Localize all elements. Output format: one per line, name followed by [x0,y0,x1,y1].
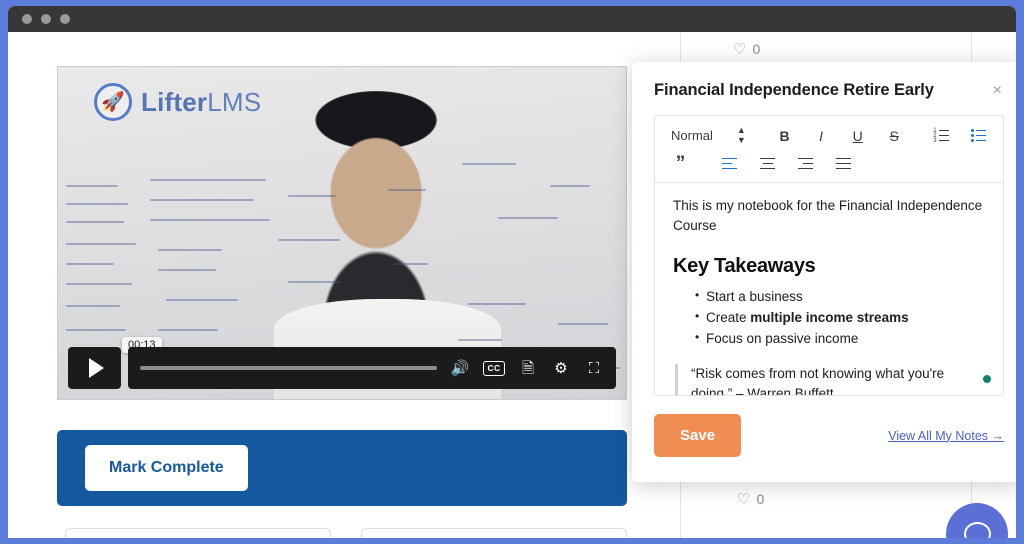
play-icon [89,358,104,378]
closed-captions-icon[interactable]: CC [483,360,505,376]
browser-window: ♡ 0 Content 10 ♡ 0 Lesson With Text Imag… [8,6,1016,538]
note-blockquote: “Risk comes from not knowing what you're… [675,363,991,395]
gear-icon[interactable]: ⚙ [551,358,571,378]
underline-button[interactable]: U [845,123,871,148]
mark-complete-bar: Mark Complete [57,430,627,506]
format-select-value: Normal [671,128,713,143]
page-content: ♡ 0 Content 10 ♡ 0 Lesson With Text Imag… [8,32,1016,538]
play-button[interactable] [68,347,121,389]
list-item: Create multiple income streams [695,307,987,329]
mark-complete-button[interactable]: Mark Complete [85,445,248,491]
notebook-panel: Financial Independence Retire Early × No… [632,62,1016,482]
note-intro-text: This is my notebook for the Financial In… [673,198,983,233]
align-center-button[interactable] [754,151,781,176]
maximize-traffic-light[interactable] [60,14,70,24]
align-right-button[interactable] [792,151,819,176]
video-player[interactable]: 🚀 LifterLMS 00:13 🔊 CC 🗎 ⚙ ⛶ [57,66,627,400]
logo-text-bold: Lifter [141,86,208,117]
bottom-card-left[interactable] [65,528,331,538]
save-button[interactable]: Save [654,414,742,457]
note-bullet-list: Start a business Create multiple income … [673,286,987,350]
top-like-row[interactable]: ♡ 0 [733,40,760,58]
format-select[interactable]: Normal ▲ ▼ [667,124,750,147]
logo-text-light: LMS [207,86,262,117]
view-all-notes-link[interactable]: View All My Notes → [888,429,1004,443]
close-traffic-light[interactable] [22,14,32,24]
note-quote-text: “Risk comes from not knowing what you're… [691,365,945,395]
heart-icon: ♡ [733,41,747,58]
chevron-updown-icon: ▲ ▼ [736,125,746,145]
note-heading: Key Takeaways [673,255,816,278]
list-item: Focus on passive income [695,328,987,350]
ordered-list-icon: 123 [933,128,950,144]
align-right-icon [798,157,813,170]
content-like-row[interactable]: ♡ 0 [737,490,973,508]
align-justify-icon [836,157,851,170]
blockquote-button[interactable]: ” [667,151,694,176]
video-control-bar: 🔊 CC 🗎 ⚙ ⛶ [128,347,616,389]
italic-button[interactable]: I [808,123,834,148]
top-like-count: 0 [752,41,761,57]
notebook-footer: Save View All My Notes → [654,414,1004,457]
bullet-list-icon [970,129,986,142]
strikethrough-button[interactable]: S [881,123,907,148]
transcript-icon[interactable]: 🗎 [518,358,538,378]
bold-button[interactable]: B [772,123,798,148]
rocket-icon: 🚀 [94,83,132,121]
bottom-card-right[interactable] [361,528,627,538]
notebook-header: Financial Independence Retire Early × [632,62,1016,101]
note-editor: Normal ▲ ▼ B I U S 123 ” This is my note… [654,115,1004,396]
heart-icon: ♡ [737,491,751,508]
chat-bubble-icon [963,522,991,538]
window-titlebar [8,6,1016,32]
fullscreen-icon[interactable]: ⛶ [584,358,604,378]
align-center-icon [760,157,775,170]
video-controls: 🔊 CC 🗎 ⚙ ⛶ [68,347,616,389]
editor-toolbar: Normal ▲ ▼ B I U S 123 ” [655,116,1003,183]
align-left-icon [722,157,737,170]
minimize-traffic-light[interactable] [41,14,51,24]
video-progress-bar[interactable] [140,366,437,370]
close-icon[interactable]: × [991,81,1004,101]
cursor-indicator-dot [983,374,991,383]
ordered-list-button[interactable]: 123 [929,123,955,148]
list-item: Start a business [695,286,987,308]
notebook-title: Financial Independence Retire Early [654,81,934,99]
note-body[interactable]: This is my notebook for the Financial In… [655,183,1003,395]
list-item-bold: multiple income streams [750,310,909,326]
lifterlms-logo: 🚀 LifterLMS [94,83,261,121]
align-justify-button[interactable] [830,151,857,176]
volume-icon[interactable]: 🔊 [450,358,470,378]
logo-text: LifterLMS [141,87,261,118]
bullet-list-button[interactable] [965,123,991,148]
content-like-count: 0 [756,491,765,507]
align-left-button[interactable] [716,151,743,176]
